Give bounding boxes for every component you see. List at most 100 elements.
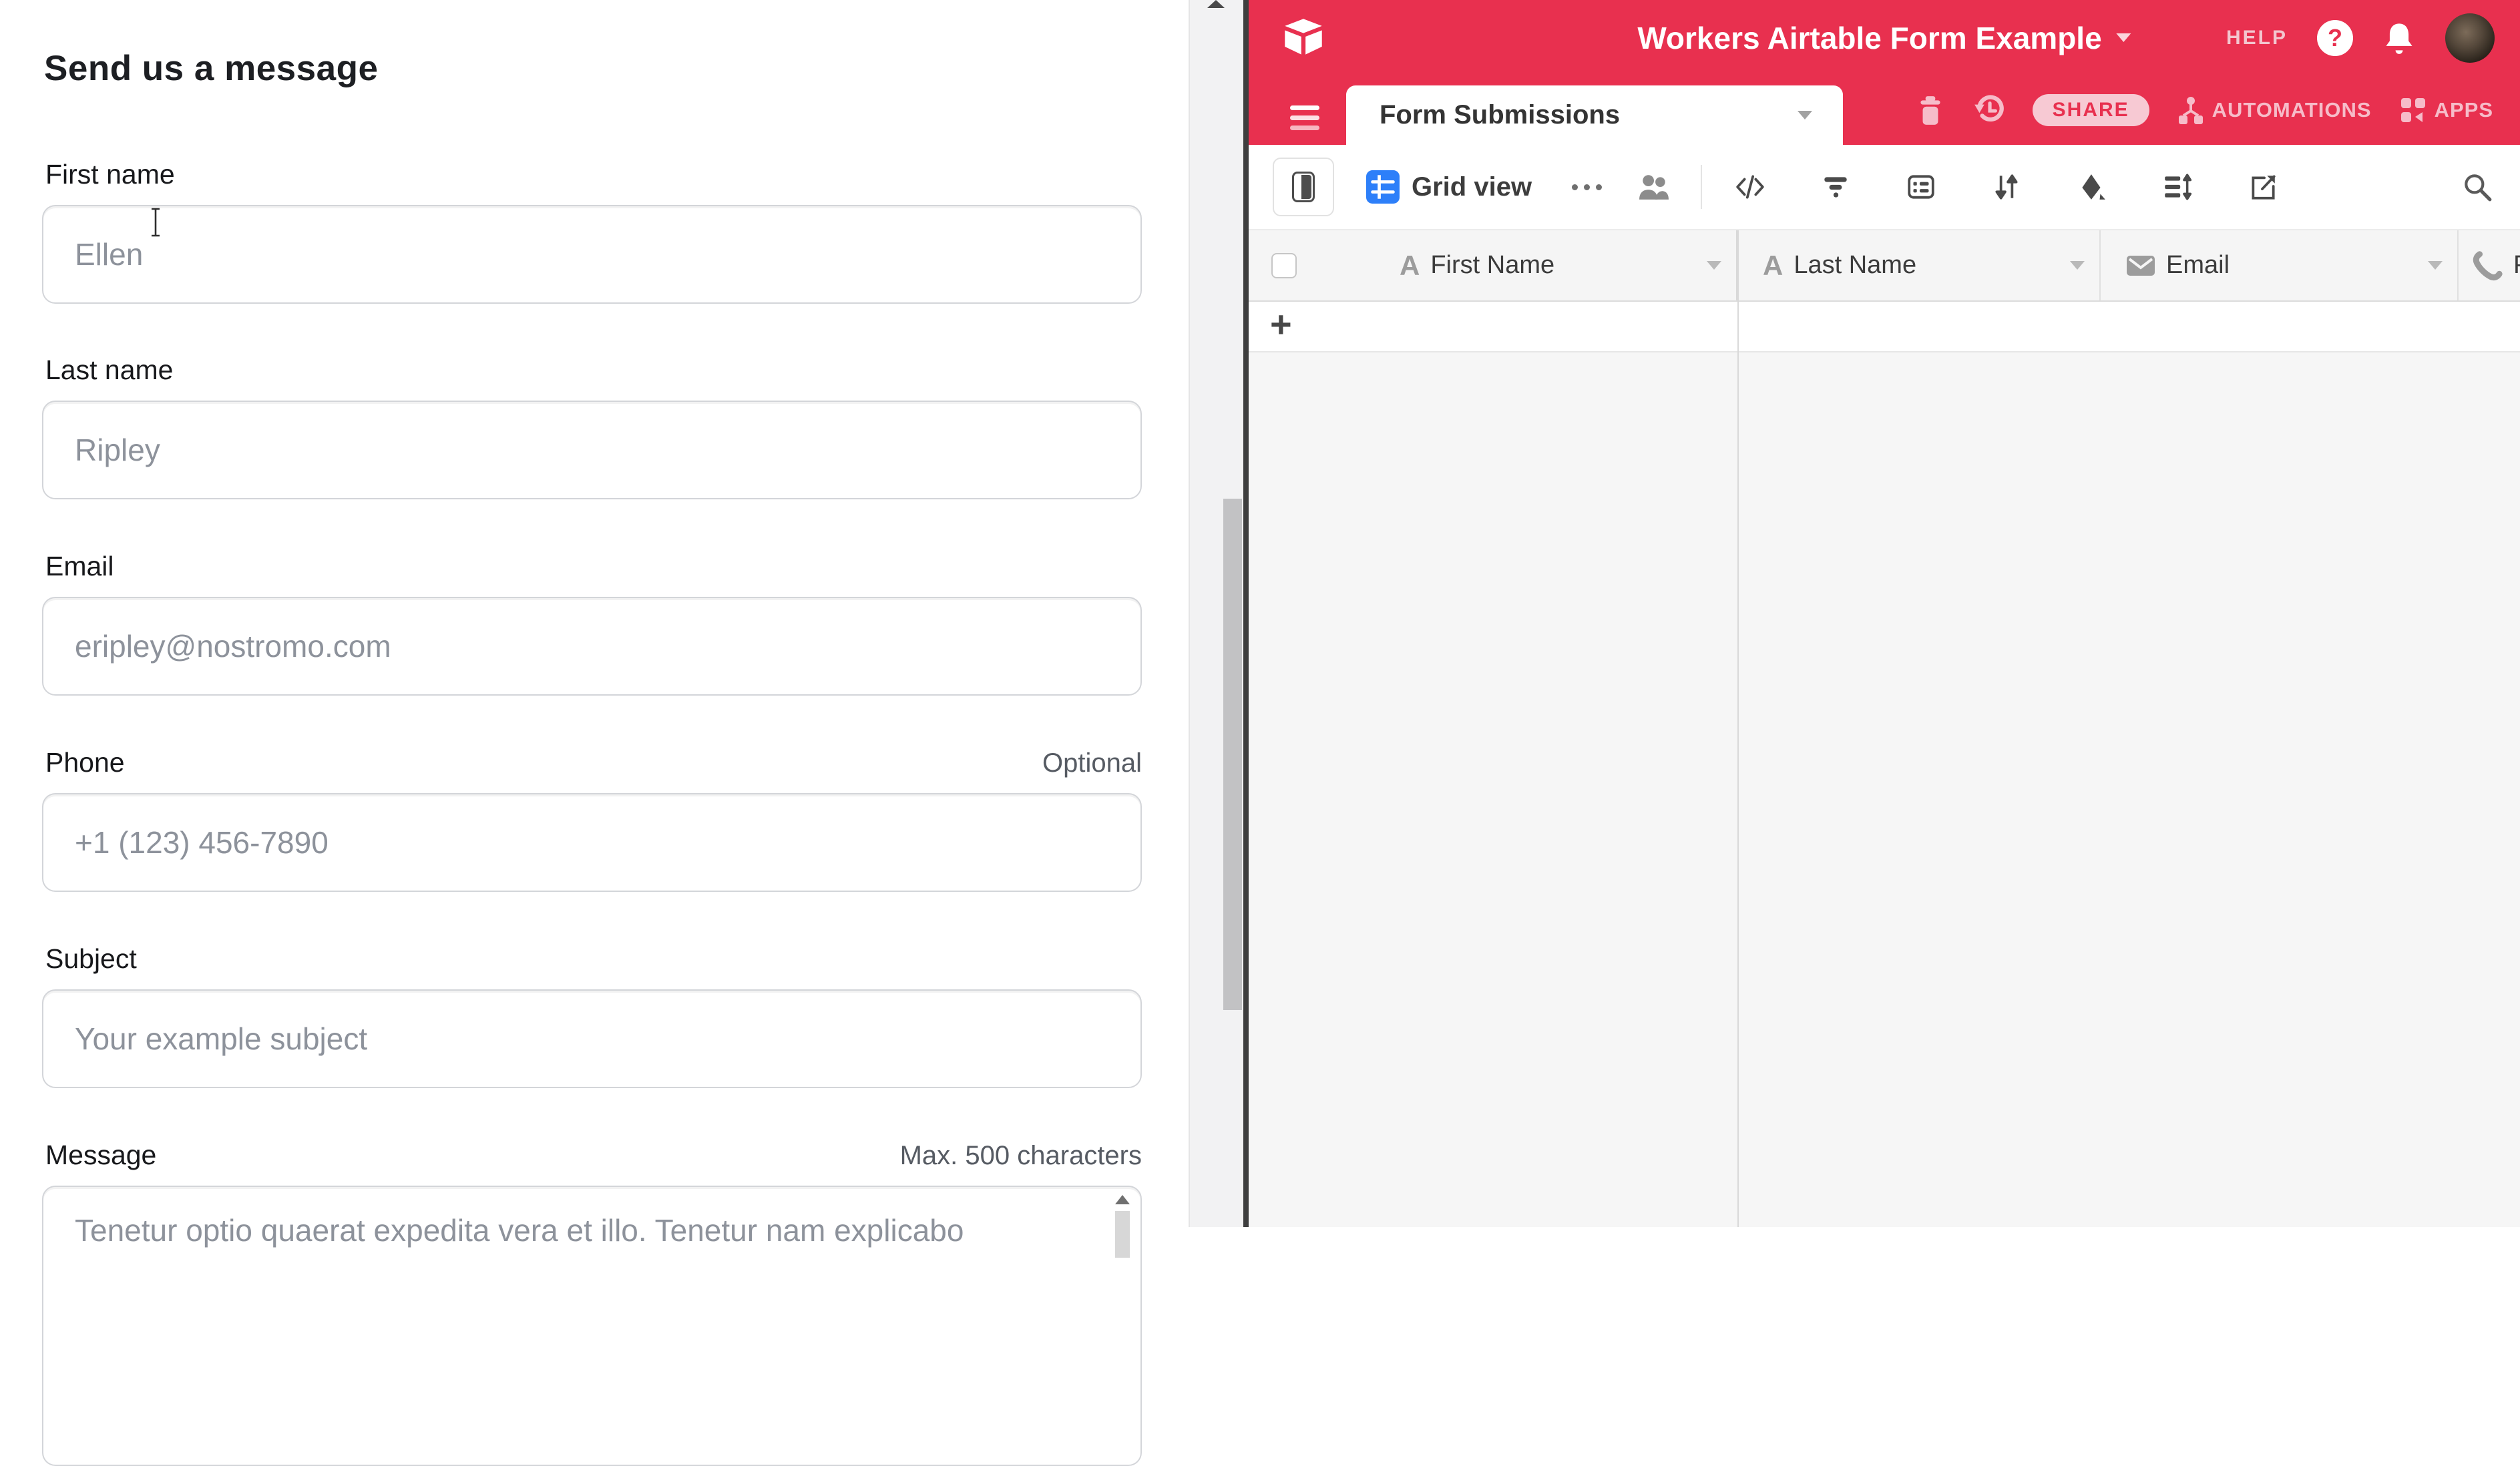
text-field-icon: A (1763, 250, 1783, 282)
hamburger-menu-icon[interactable] (1290, 105, 1319, 130)
first-name-input[interactable] (42, 205, 1142, 304)
airtable-window: Workers Airtable Form Example HELP ? For… (1249, 0, 2520, 1227)
chevron-down-icon[interactable] (1707, 261, 1721, 270)
view-toolbar: Grid view (1249, 145, 2520, 230)
apps-label: APPS (2435, 98, 2493, 122)
phone-label: Phone (45, 747, 125, 778)
email-input[interactable] (42, 597, 1142, 696)
search-icon (2461, 171, 2493, 203)
browser-scrollbar-track[interactable] (1189, 0, 1243, 1227)
automations-label: AUTOMATIONS (2212, 98, 2372, 122)
hide-fields-button[interactable] (1730, 172, 1770, 202)
share-view-icon (2248, 172, 2278, 202)
airtable-topbar: Workers Airtable Form Example HELP ? (1249, 0, 2520, 75)
tab-form-submissions[interactable]: Form Submissions (1346, 85, 1843, 145)
group-icon (1906, 172, 1936, 202)
grid-view-button[interactable]: Grid view (1366, 170, 1532, 204)
select-all-checkbox[interactable] (1271, 253, 1297, 278)
history-button[interactable] (1972, 93, 2006, 127)
view-name-label: Grid view (1412, 172, 1532, 202)
row-height-button[interactable] (2157, 172, 2197, 202)
column-header-phone[interactable]: Phone (2459, 230, 2520, 300)
last-name-input[interactable] (42, 401, 1142, 499)
scroll-up-arrow-icon[interactable] (1115, 1195, 1130, 1204)
first-name-label: First name (45, 159, 175, 190)
filter-button[interactable] (1816, 172, 1856, 202)
field-email: Email (42, 551, 1142, 696)
field-last-name: Last name (42, 354, 1142, 499)
share-view-button[interactable] (2243, 172, 2283, 202)
frozen-column-divider[interactable] (1737, 230, 1739, 1227)
search-button[interactable] (2457, 171, 2497, 203)
group-button[interactable] (1901, 172, 1941, 202)
trash-button[interactable] (1915, 94, 1946, 126)
base-title: Workers Airtable Form Example (1637, 20, 2101, 56)
field-subject: Subject (42, 943, 1142, 1088)
email-field-icon (2126, 254, 2155, 277)
sort-button[interactable] (1986, 172, 2027, 202)
automations-button[interactable]: AUTOMATIONS (2176, 95, 2372, 126)
subject-label: Subject (45, 943, 137, 975)
apps-icon (2398, 95, 2428, 125)
grid-header-row: A First Name A Last Name Email (1249, 230, 2520, 302)
history-icon (1972, 93, 2006, 127)
column-header-last-name[interactable]: A Last Name (1737, 230, 2101, 300)
column-header-email[interactable]: Email (2101, 230, 2459, 300)
field-first-name: First name (42, 159, 1142, 304)
table-tab-label: Form Submissions (1380, 100, 1620, 130)
message-label: Message (45, 1140, 156, 1171)
browser-scrollbar-thumb[interactable] (1223, 499, 1242, 1010)
apps-button[interactable]: APPS (2398, 95, 2493, 125)
trash-icon (1915, 94, 1946, 126)
window-divider (1243, 0, 1249, 1227)
scrollbar-thumb[interactable] (1115, 1211, 1130, 1258)
chevron-down-icon[interactable] (2070, 261, 2085, 270)
toolbar-divider (1701, 165, 1702, 209)
help-button[interactable]: HELP (2226, 27, 2288, 49)
grid-empty-area (1249, 352, 2520, 1227)
last-name-label: Last name (45, 354, 173, 386)
grid-view-icon (1366, 170, 1400, 204)
collaborators-button[interactable] (1637, 172, 1671, 202)
textarea-scrollbar[interactable] (1112, 1195, 1132, 1258)
base-title-dropdown[interactable]: Workers Airtable Form Example (1637, 0, 2131, 75)
phone-field-icon (2472, 250, 2503, 281)
text-ibeam-cursor (148, 207, 163, 238)
phone-optional-hint: Optional (1042, 748, 1142, 778)
airtable-tabbar: Form Submissions SHARE (1249, 75, 2520, 145)
column-header-first-name[interactable]: A First Name (1249, 230, 1737, 300)
page-title: Send us a message (44, 48, 378, 89)
share-button[interactable]: SHARE (2033, 94, 2149, 126)
color-icon (2077, 172, 2107, 202)
add-row[interactable]: + (1249, 302, 2520, 352)
row-height-icon (2162, 172, 2193, 202)
panel-icon (1292, 172, 1315, 202)
people-icon (1637, 172, 1671, 202)
column-name: Phone (2513, 251, 2520, 280)
message-textarea[interactable] (42, 1186, 1142, 1466)
message-max-chars-hint: Max. 500 characters (900, 1141, 1142, 1171)
contact-form-pane: Send us a message First name Last name E… (0, 0, 1189, 1227)
sort-icon (1991, 172, 2022, 202)
chevron-down-icon[interactable] (2428, 261, 2443, 270)
column-name: Last Name (1794, 251, 1916, 280)
help-question-icon[interactable]: ? (2317, 20, 2353, 56)
avatar[interactable] (2445, 13, 2495, 63)
automations-icon (2176, 95, 2206, 126)
chevron-down-icon (1798, 111, 1812, 119)
field-message: Message Max. 500 characters (42, 1140, 1142, 1466)
subject-input[interactable] (42, 989, 1142, 1088)
field-phone: Phone Optional (42, 747, 1142, 892)
bell-icon[interactable] (2382, 21, 2416, 55)
column-name: Email (2166, 251, 2230, 280)
view-sidebar-toggle-button[interactable] (1273, 158, 1334, 216)
hide-fields-icon (1735, 172, 1765, 202)
phone-input[interactable] (42, 793, 1142, 892)
scrollbar-top-arrow-icon[interactable] (1207, 0, 1225, 8)
airtable-logo-icon[interactable] (1282, 16, 1325, 59)
view-options-button[interactable] (1572, 184, 1602, 190)
chevron-down-icon (2117, 33, 2131, 42)
filter-icon (1820, 172, 1851, 202)
color-button[interactable] (2072, 172, 2112, 202)
text-field-icon: A (1400, 250, 1420, 282)
